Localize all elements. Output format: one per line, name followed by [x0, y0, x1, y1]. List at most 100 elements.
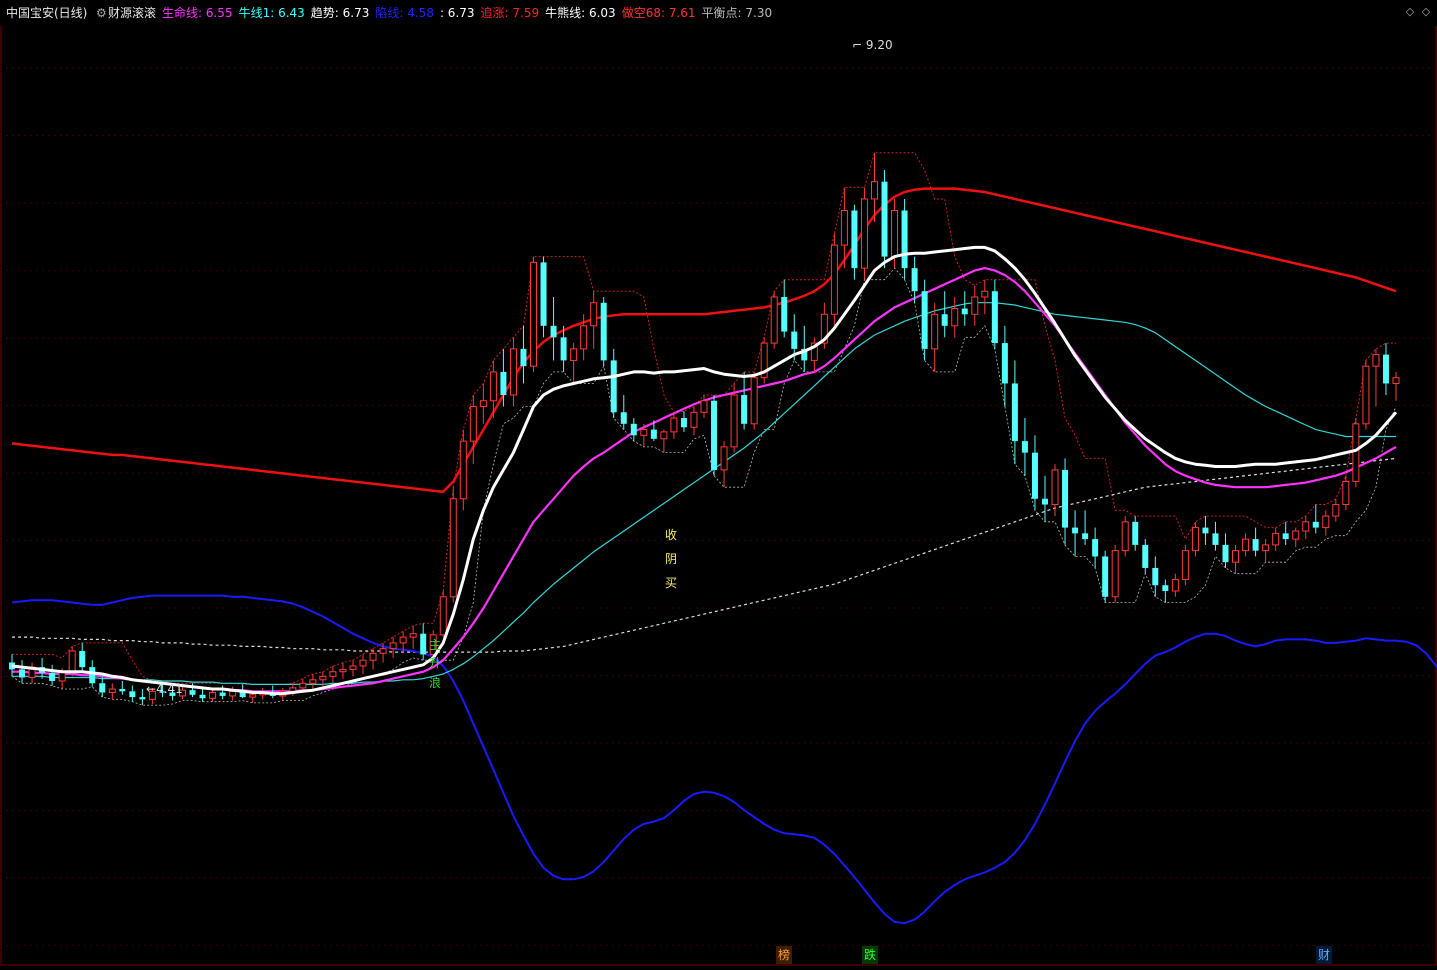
candle-body — [1041, 498, 1048, 505]
indicator-name[interactable]: 财源滚滚 — [108, 0, 156, 26]
candle-body — [500, 371, 507, 395]
candle-body — [369, 652, 377, 661]
expand-icon[interactable]: ◇ — [1420, 6, 1432, 18]
indicator-values: 生命线: 6.55 牛线1: 6.43 趋势: 6.73 陷线: 4.58: 6.73… — [162, 0, 778, 26]
candle-body — [1021, 441, 1028, 453]
candle-body — [530, 261, 538, 367]
candle-body — [791, 331, 798, 349]
indicator-value-5: 追涨: 7.59 — [480, 6, 540, 20]
candle-body — [1262, 544, 1270, 552]
candle-body — [389, 642, 397, 650]
indicator-value-8: 平衡点: 7.30 — [701, 6, 773, 20]
candle-body — [1062, 469, 1069, 528]
candle-body — [1092, 539, 1099, 557]
candle-body — [1031, 452, 1038, 499]
candle-body — [219, 692, 226, 696]
candle-body — [921, 291, 928, 349]
candle-body — [108, 688, 116, 693]
candle-body — [1322, 515, 1330, 529]
signal-main-wave-1: 主 — [428, 638, 441, 652]
candle-body — [700, 400, 708, 413]
candle-body — [540, 262, 547, 326]
chart-plot[interactable] — [0, 0, 1437, 966]
candle-body — [199, 694, 206, 699]
candle-body — [1011, 383, 1018, 442]
candle-body — [329, 671, 337, 677]
candle-body — [670, 417, 678, 433]
candle-body — [1051, 469, 1059, 506]
candle-body — [459, 440, 467, 500]
candle-body — [229, 690, 237, 697]
stock-chart[interactable] — [0, 0, 1437, 966]
candle-body — [911, 268, 918, 292]
candle-body — [479, 400, 487, 408]
candle-body — [319, 675, 327, 681]
candle-body — [79, 650, 86, 668]
candle-body — [68, 650, 76, 673]
candle-body — [931, 313, 939, 350]
candle-body — [580, 325, 588, 350]
life-line — [12, 267, 1397, 693]
candle-body — [1272, 532, 1280, 546]
chart-frame — [0, 0, 1437, 966]
candle-body — [781, 296, 788, 332]
candle-body — [299, 682, 307, 689]
indicator-value-1: 牛线1: 6.43 — [238, 6, 305, 20]
collapse-icon[interactable]: ◇ — [1404, 6, 1416, 18]
candle-body — [1372, 354, 1380, 367]
candle-body — [1121, 521, 1129, 552]
candle-body — [1212, 533, 1219, 545]
candle-body — [741, 394, 748, 424]
candle-body — [961, 308, 968, 315]
signal-main-wave-3: 浪 — [428, 676, 441, 690]
candle-body — [711, 400, 718, 470]
candle-body — [660, 431, 668, 440]
bottom-marker-die: 跌 — [862, 946, 878, 964]
candle-body — [119, 689, 126, 692]
candle-body — [1382, 354, 1389, 384]
signal-buy-2: 阴 — [664, 552, 677, 566]
signal-buy-3: 买 — [664, 576, 677, 590]
candle-body — [1302, 521, 1310, 532]
candle-body — [1392, 377, 1400, 384]
candle-body — [1181, 550, 1189, 580]
indicator-value-2: 趋势: 6.73 — [310, 6, 370, 20]
candle-body — [1352, 423, 1360, 482]
indicator-header: 中国宝安(日线) ⚙ 财源滚滚 生命线: 6.55 牛线1: 6.43 趋势: 6.… — [0, 0, 1437, 26]
candle-body — [89, 667, 96, 684]
upper-envelope-line — [12, 152, 1396, 685]
candle-body — [830, 244, 838, 315]
bull1-line — [12, 302, 1396, 686]
candle-body — [560, 337, 567, 361]
candle-body — [209, 691, 217, 699]
candle-body — [399, 636, 407, 644]
candle-body — [99, 683, 106, 693]
candle-body — [1342, 480, 1350, 506]
candle-body — [570, 348, 578, 361]
candle-body — [1232, 550, 1240, 563]
candle-body — [1001, 343, 1008, 384]
candle-body — [650, 429, 657, 439]
indicator-value-7: 做空68: 7.61 — [621, 6, 696, 20]
candle-body — [520, 348, 527, 367]
candle-body — [630, 423, 637, 436]
indicator-value-0: 生命线: 6.55 — [162, 6, 233, 20]
candle-body — [1111, 550, 1119, 598]
candle-body — [680, 418, 687, 428]
candle-body — [19, 669, 26, 678]
candle-body — [1222, 544, 1229, 563]
stock-title[interactable]: 中国宝安(日线) — [6, 0, 87, 26]
candle-body — [1142, 544, 1149, 568]
candle-body — [1162, 585, 1169, 592]
candle-body — [1102, 556, 1109, 597]
candle-body — [901, 210, 908, 269]
settings-icon[interactable]: ⚙ — [96, 0, 107, 26]
candle-body — [770, 296, 778, 344]
candle-body — [469, 406, 477, 442]
candle-body — [720, 446, 728, 471]
candle-body — [349, 665, 357, 670]
candle-body — [951, 308, 959, 327]
candle-body — [49, 672, 56, 681]
low-price-label: ←4.41 — [146, 682, 183, 696]
candle-body — [860, 198, 868, 269]
